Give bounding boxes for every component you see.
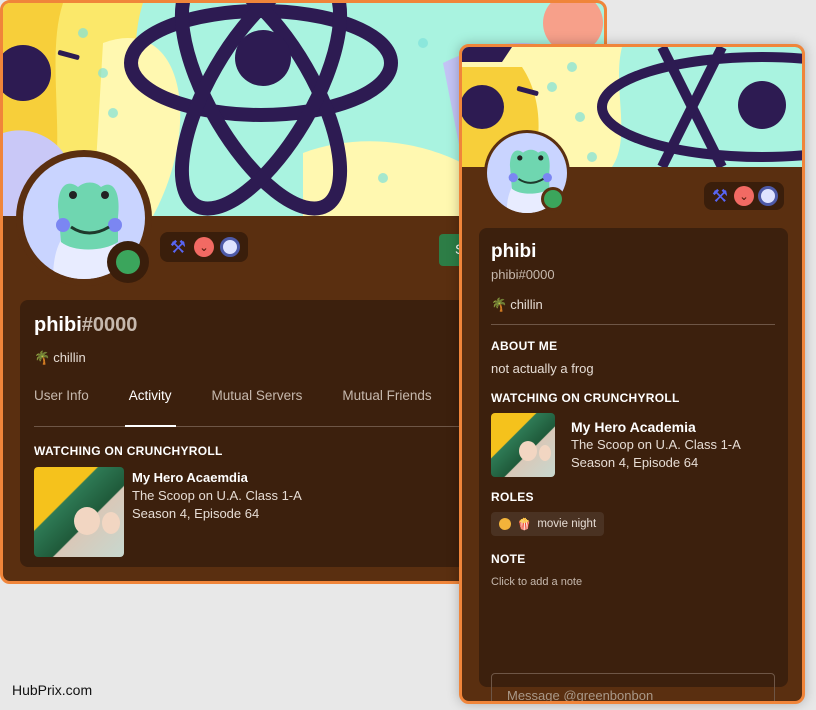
- role-name: movie night: [537, 518, 597, 530]
- custom-status-text: chillin: [510, 297, 543, 312]
- activity-details: My Hero Academia The Scoop on U.A. Class…: [571, 413, 741, 477]
- discriminator: #0000: [81, 314, 138, 336]
- popcorn-icon: 🍿: [517, 519, 532, 531]
- hypesquad-icon[interactable]: ⚒: [168, 237, 188, 257]
- role-pill[interactable]: 🍿 movie night: [491, 512, 605, 536]
- cover-face: [519, 441, 537, 461]
- activity-episode-number: Season 4, Episode 64: [132, 506, 260, 521]
- profile-tabs: User Info Activity Mutual Servers Mutual…: [34, 380, 490, 427]
- divider: [491, 324, 775, 325]
- about-me-heading: ABOUT ME: [491, 339, 558, 353]
- role-color-dot: [499, 518, 511, 530]
- profile-body: phibi#0000 🌴 chillin User Info Activity M…: [20, 300, 490, 567]
- message-input[interactable]: [491, 673, 775, 701]
- activity-card: My Hero Academia The Scoop on U.A. Class…: [491, 413, 741, 477]
- badge-list: ⚒ ⌄: [160, 232, 248, 262]
- note-heading: NOTE: [491, 552, 526, 566]
- roles-heading: ROLES: [491, 490, 534, 504]
- custom-status: 🌴 chillin: [34, 350, 86, 366]
- activity-heading: WATCHING ON CRUNCHYROLL: [491, 391, 680, 405]
- username: phibi#0000: [34, 314, 137, 337]
- activity-episode-title: The Scoop on U.A. Class 1-A: [132, 488, 302, 503]
- hypesquad-icon[interactable]: ⚒: [710, 186, 730, 206]
- palm-tree-icon: 🌴: [34, 350, 51, 365]
- custom-status-text: chillin: [53, 350, 86, 365]
- activity-title: My Hero Acaemdia: [132, 470, 248, 485]
- activity-title: My Hero Academia: [571, 419, 696, 435]
- note-field[interactable]: Click to add a note: [491, 576, 582, 588]
- tab-mutual-friends[interactable]: Mutual Friends: [342, 380, 431, 426]
- activity-details: My Hero Acaemdia The Scoop on U.A. Class…: [132, 467, 302, 557]
- watermark: HubPrix.com: [12, 682, 93, 698]
- activity-episode-title: The Scoop on U.A. Class 1-A: [571, 437, 741, 452]
- activity-cover-image[interactable]: [491, 413, 555, 477]
- user-tag: phibi#0000: [491, 267, 555, 282]
- cover-face: [74, 507, 100, 535]
- activity-card: My Hero Acaemdia The Scoop on U.A. Class…: [34, 467, 302, 557]
- nitro-icon[interactable]: [220, 237, 240, 257]
- server-boost-icon[interactable]: ⌄: [734, 186, 754, 206]
- username-text: phibi: [34, 314, 82, 336]
- tab-mutual-servers[interactable]: Mutual Servers: [212, 380, 303, 426]
- about-me-text: not actually a frog: [491, 361, 594, 376]
- palm-tree-icon: 🌴: [491, 297, 508, 312]
- badge-list: ⚒ ⌄: [704, 182, 784, 210]
- display-name: phibi: [491, 241, 537, 262]
- activity-heading: WATCHING ON CRUNCHYROLL: [34, 444, 223, 458]
- tab-activity[interactable]: Activity: [124, 380, 176, 427]
- profile-popout: ⚒ ⌄ phibi phibi#0000 🌴 chillin ABOUT ME n…: [459, 44, 805, 704]
- tab-user-info[interactable]: User Info: [34, 380, 89, 426]
- nitro-icon[interactable]: [758, 186, 778, 206]
- server-boost-icon[interactable]: ⌄: [194, 237, 214, 257]
- cover-face: [539, 445, 551, 461]
- cover-face: [102, 512, 120, 534]
- custom-status: 🌴 chillin: [491, 297, 543, 313]
- activity-cover-image[interactable]: [34, 467, 124, 557]
- popout-body: phibi phibi#0000 🌴 chillin ABOUT ME not a…: [479, 228, 788, 701]
- activity-episode-number: Season 4, Episode 64: [571, 455, 699, 470]
- online-status-icon: [116, 250, 140, 274]
- online-status-icon: [544, 190, 562, 208]
